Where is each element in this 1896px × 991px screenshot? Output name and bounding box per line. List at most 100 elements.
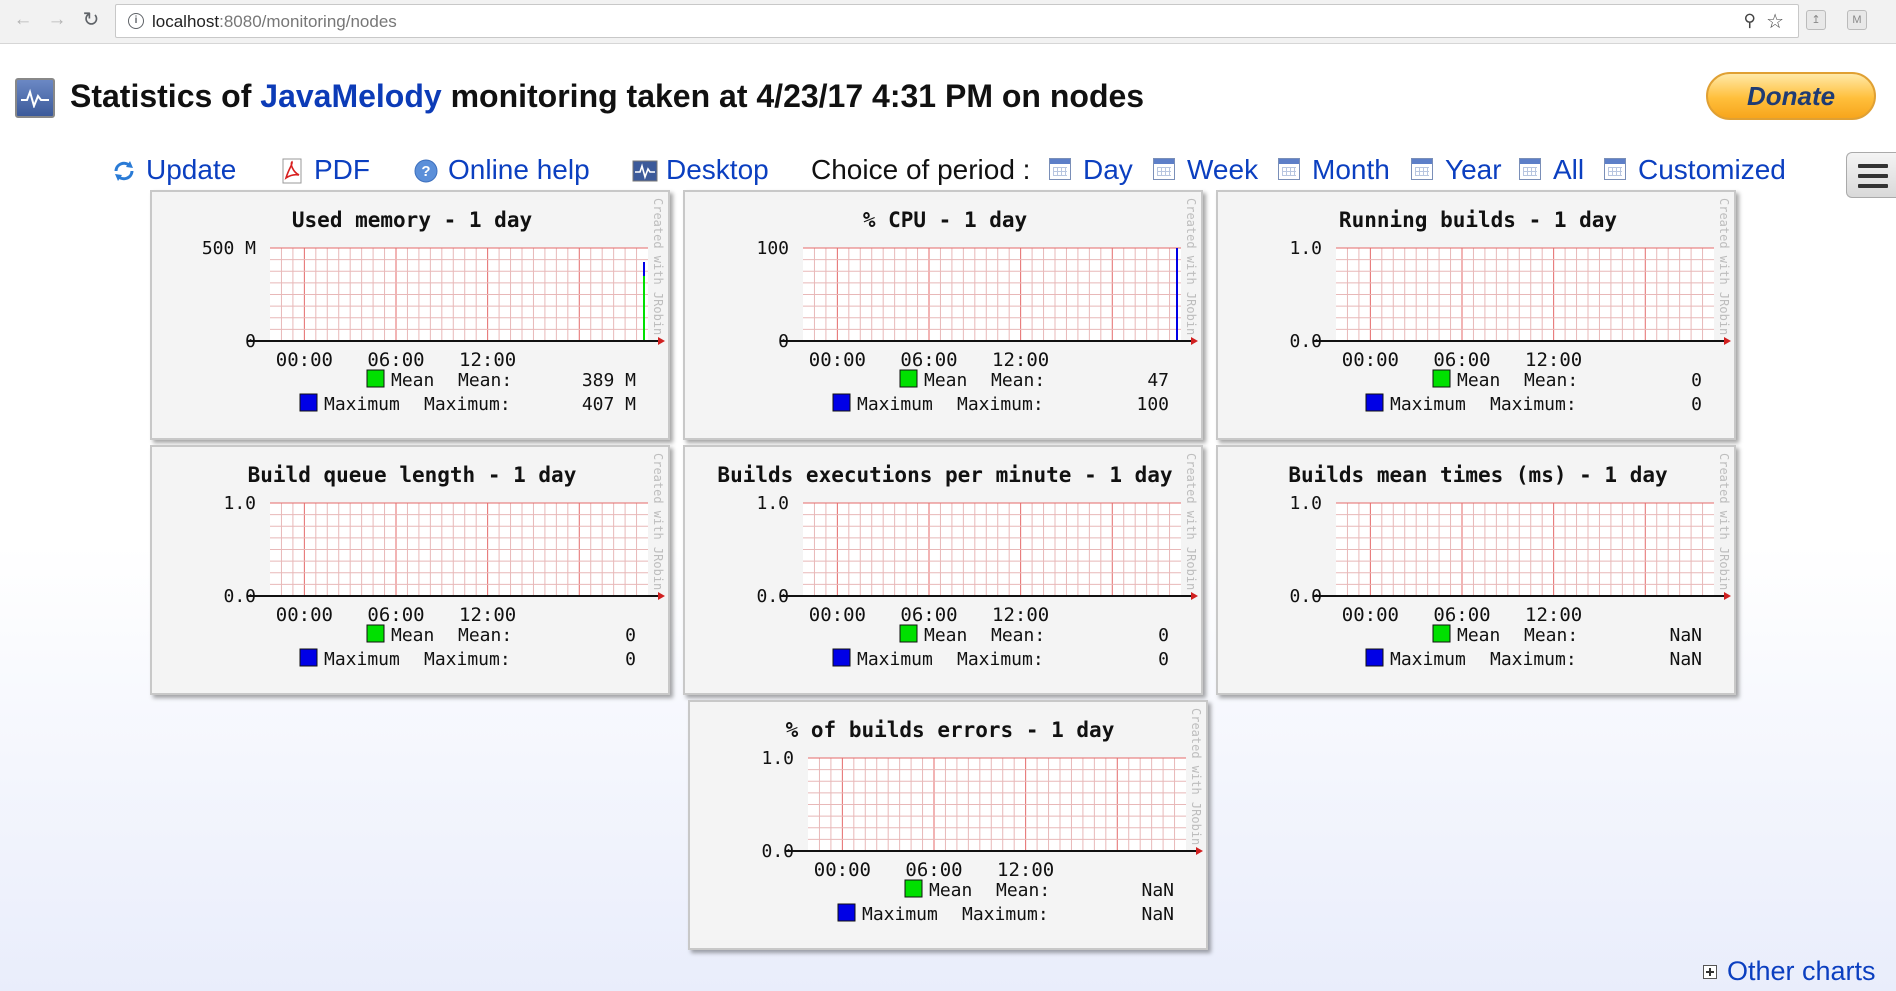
online-help-link[interactable]: ? Online help [414, 154, 590, 186]
bookmark-star-icon[interactable]: ☆ [1766, 9, 1784, 34]
y-tick-label: 0 [778, 331, 789, 352]
legend-stat-value: 0 [1158, 649, 1169, 670]
legend-stat-label: Mean: [996, 880, 1050, 901]
address-bar[interactable]: i localhost:8080/monitoring/nodes ⚲ ☆ [115, 4, 1799, 38]
period-label: Choice of period : [811, 154, 1031, 185]
chart-builds-errors[interactable]: % of builds errors - 1 day Created with J… [688, 700, 1208, 950]
page-title: Statistics of JavaMelody monitoring take… [70, 78, 1145, 114]
y-tick-label: 0.0 [756, 586, 789, 607]
pdf-link[interactable]: PDF [280, 154, 370, 186]
chart-watermark: Created with JRobin [1189, 708, 1203, 845]
pdf-extension-icon[interactable]: ↥ [1806, 10, 1826, 30]
chart-used-memory[interactable]: Used memory - 1 day Created with JRobin 50… [150, 190, 670, 440]
url-text: localhost:8080/monitoring/nodes [152, 12, 397, 31]
period-customized-link[interactable]: Customized [1604, 154, 1786, 186]
extension-icon[interactable]: M [1847, 10, 1867, 30]
x-tick-label: 06:00 [367, 604, 424, 626]
legend-series-name: Maximum [1390, 649, 1466, 670]
x-tick-label: 06:00 [1433, 349, 1490, 371]
legend-mean-swatch [1432, 624, 1451, 643]
other-charts-link[interactable]: Other charts [1703, 956, 1876, 987]
chart-cpu[interactable]: % CPU - 1 day Created with JRobin 100 0 00:0… [683, 190, 1203, 440]
legend-stat-value: 407 M [582, 394, 636, 415]
x-tick-label: 12:00 [992, 349, 1049, 371]
legend-series-name: Mean [391, 625, 434, 646]
x-tick-label: 06:00 [900, 604, 957, 626]
chart-builds-executions[interactable]: Builds executions per minute - 1 day Crea… [683, 445, 1203, 695]
legend-maximum-swatch [299, 648, 318, 667]
javamelody-logo-icon [15, 78, 55, 118]
legend-maximum-swatch [299, 393, 318, 412]
chart-svg: % of builds errors - 1 day Created with J… [761, 708, 1203, 925]
period-year-link[interactable]: Year [1411, 154, 1502, 186]
y-tick-label: 0 [245, 331, 256, 352]
zoom-icon[interactable]: ⚲ [1744, 11, 1756, 31]
legend-stat-label: Mean: [458, 370, 512, 391]
period-day-link[interactable]: Day [1049, 154, 1133, 186]
legend-series-name: Maximum [862, 904, 938, 925]
period-month-link[interactable]: Month [1278, 154, 1390, 186]
legend-maximum-swatch [1365, 393, 1384, 412]
legend-stat-label: Maximum: [962, 904, 1049, 925]
expand-plus-icon [1703, 964, 1717, 979]
legend-stat-label: Maximum: [957, 649, 1044, 670]
legend-series-name: Maximum [857, 649, 933, 670]
x-tick-label: 12:00 [459, 349, 516, 371]
x-axis-arrow-icon [1191, 592, 1198, 600]
hamburger-menu-button[interactable] [1846, 152, 1896, 198]
calendar-customized-icon [1604, 158, 1628, 182]
period-week-link[interactable]: Week [1153, 154, 1258, 186]
legend-maximum-swatch [837, 903, 856, 922]
chart-build-queue-length[interactable]: Build queue length - 1 day Created with J… [150, 445, 670, 695]
y-tick-label: 0.0 [1289, 586, 1322, 607]
legend-stat-label: Mean: [991, 370, 1045, 391]
legend-stat-value: NaN [1669, 649, 1702, 670]
legend-stat-value: 47 [1147, 370, 1169, 391]
y-tick-label: 500 M [202, 238, 256, 259]
x-tick-label: 00:00 [276, 349, 333, 371]
legend-series-name: Mean [1457, 625, 1500, 646]
javamelody-link[interactable]: JavaMelody [260, 78, 441, 114]
legend-stat-label: Mean: [1524, 625, 1578, 646]
pdf-icon [280, 158, 304, 184]
chart-builds-mean-times[interactable]: Builds mean times (ms) - 1 day Created wi… [1216, 445, 1736, 695]
x-axis-arrow-icon [1724, 337, 1731, 345]
legend-series-name: Maximum [857, 394, 933, 415]
y-tick-label: 1.0 [756, 493, 789, 514]
help-icon: ? [414, 158, 438, 183]
desktop-link[interactable]: Desktop [632, 154, 769, 186]
x-tick-label: 12:00 [1525, 349, 1582, 371]
x-tick-label: 00:00 [809, 604, 866, 626]
donate-button[interactable]: Donate [1706, 72, 1876, 120]
chart-watermark: Created with JRobin [1184, 198, 1198, 335]
x-tick-label: 00:00 [814, 859, 871, 881]
chart-svg: Builds mean times (ms) - 1 day Created wi… [1288, 453, 1731, 670]
legend-stat-label: Maximum: [424, 649, 511, 670]
back-icon[interactable]: ← [12, 9, 34, 31]
x-tick-label: 12:00 [1525, 604, 1582, 626]
legend-stat-value: 0 [625, 625, 636, 646]
x-tick-label: 12:00 [997, 859, 1054, 881]
legend-series-name: Maximum [324, 394, 400, 415]
calendar-week-icon [1153, 158, 1177, 182]
y-tick-label: 0.0 [223, 586, 256, 607]
legend-mean-swatch [899, 624, 918, 643]
y-tick-label: 100 [756, 238, 789, 259]
chart-svg: Build queue length - 1 day Created with J… [223, 453, 665, 670]
period-all-link[interactable]: All [1519, 154, 1584, 186]
update-link[interactable]: Update [112, 154, 236, 186]
legend-stat-label: Maximum: [1490, 649, 1577, 670]
forward-icon[interactable]: → [46, 9, 68, 31]
info-icon[interactable]: i [128, 13, 144, 29]
calendar-day-icon [1049, 158, 1073, 182]
legend-stat-value: 100 [1136, 394, 1169, 415]
legend-series-name: Maximum [324, 649, 400, 670]
y-tick-label: 0.0 [761, 841, 794, 862]
legend-mean-swatch [366, 624, 385, 643]
chart-watermark: Created with JRobin [1717, 453, 1731, 590]
legend-stat-value: 0 [1691, 394, 1702, 415]
reload-icon[interactable]: ↻ [80, 9, 102, 31]
y-tick-label: 1.0 [1289, 238, 1322, 259]
chart-running-builds[interactable]: Running builds - 1 day Created with JRobi… [1216, 190, 1736, 440]
legend-stat-label: Maximum: [1490, 394, 1577, 415]
